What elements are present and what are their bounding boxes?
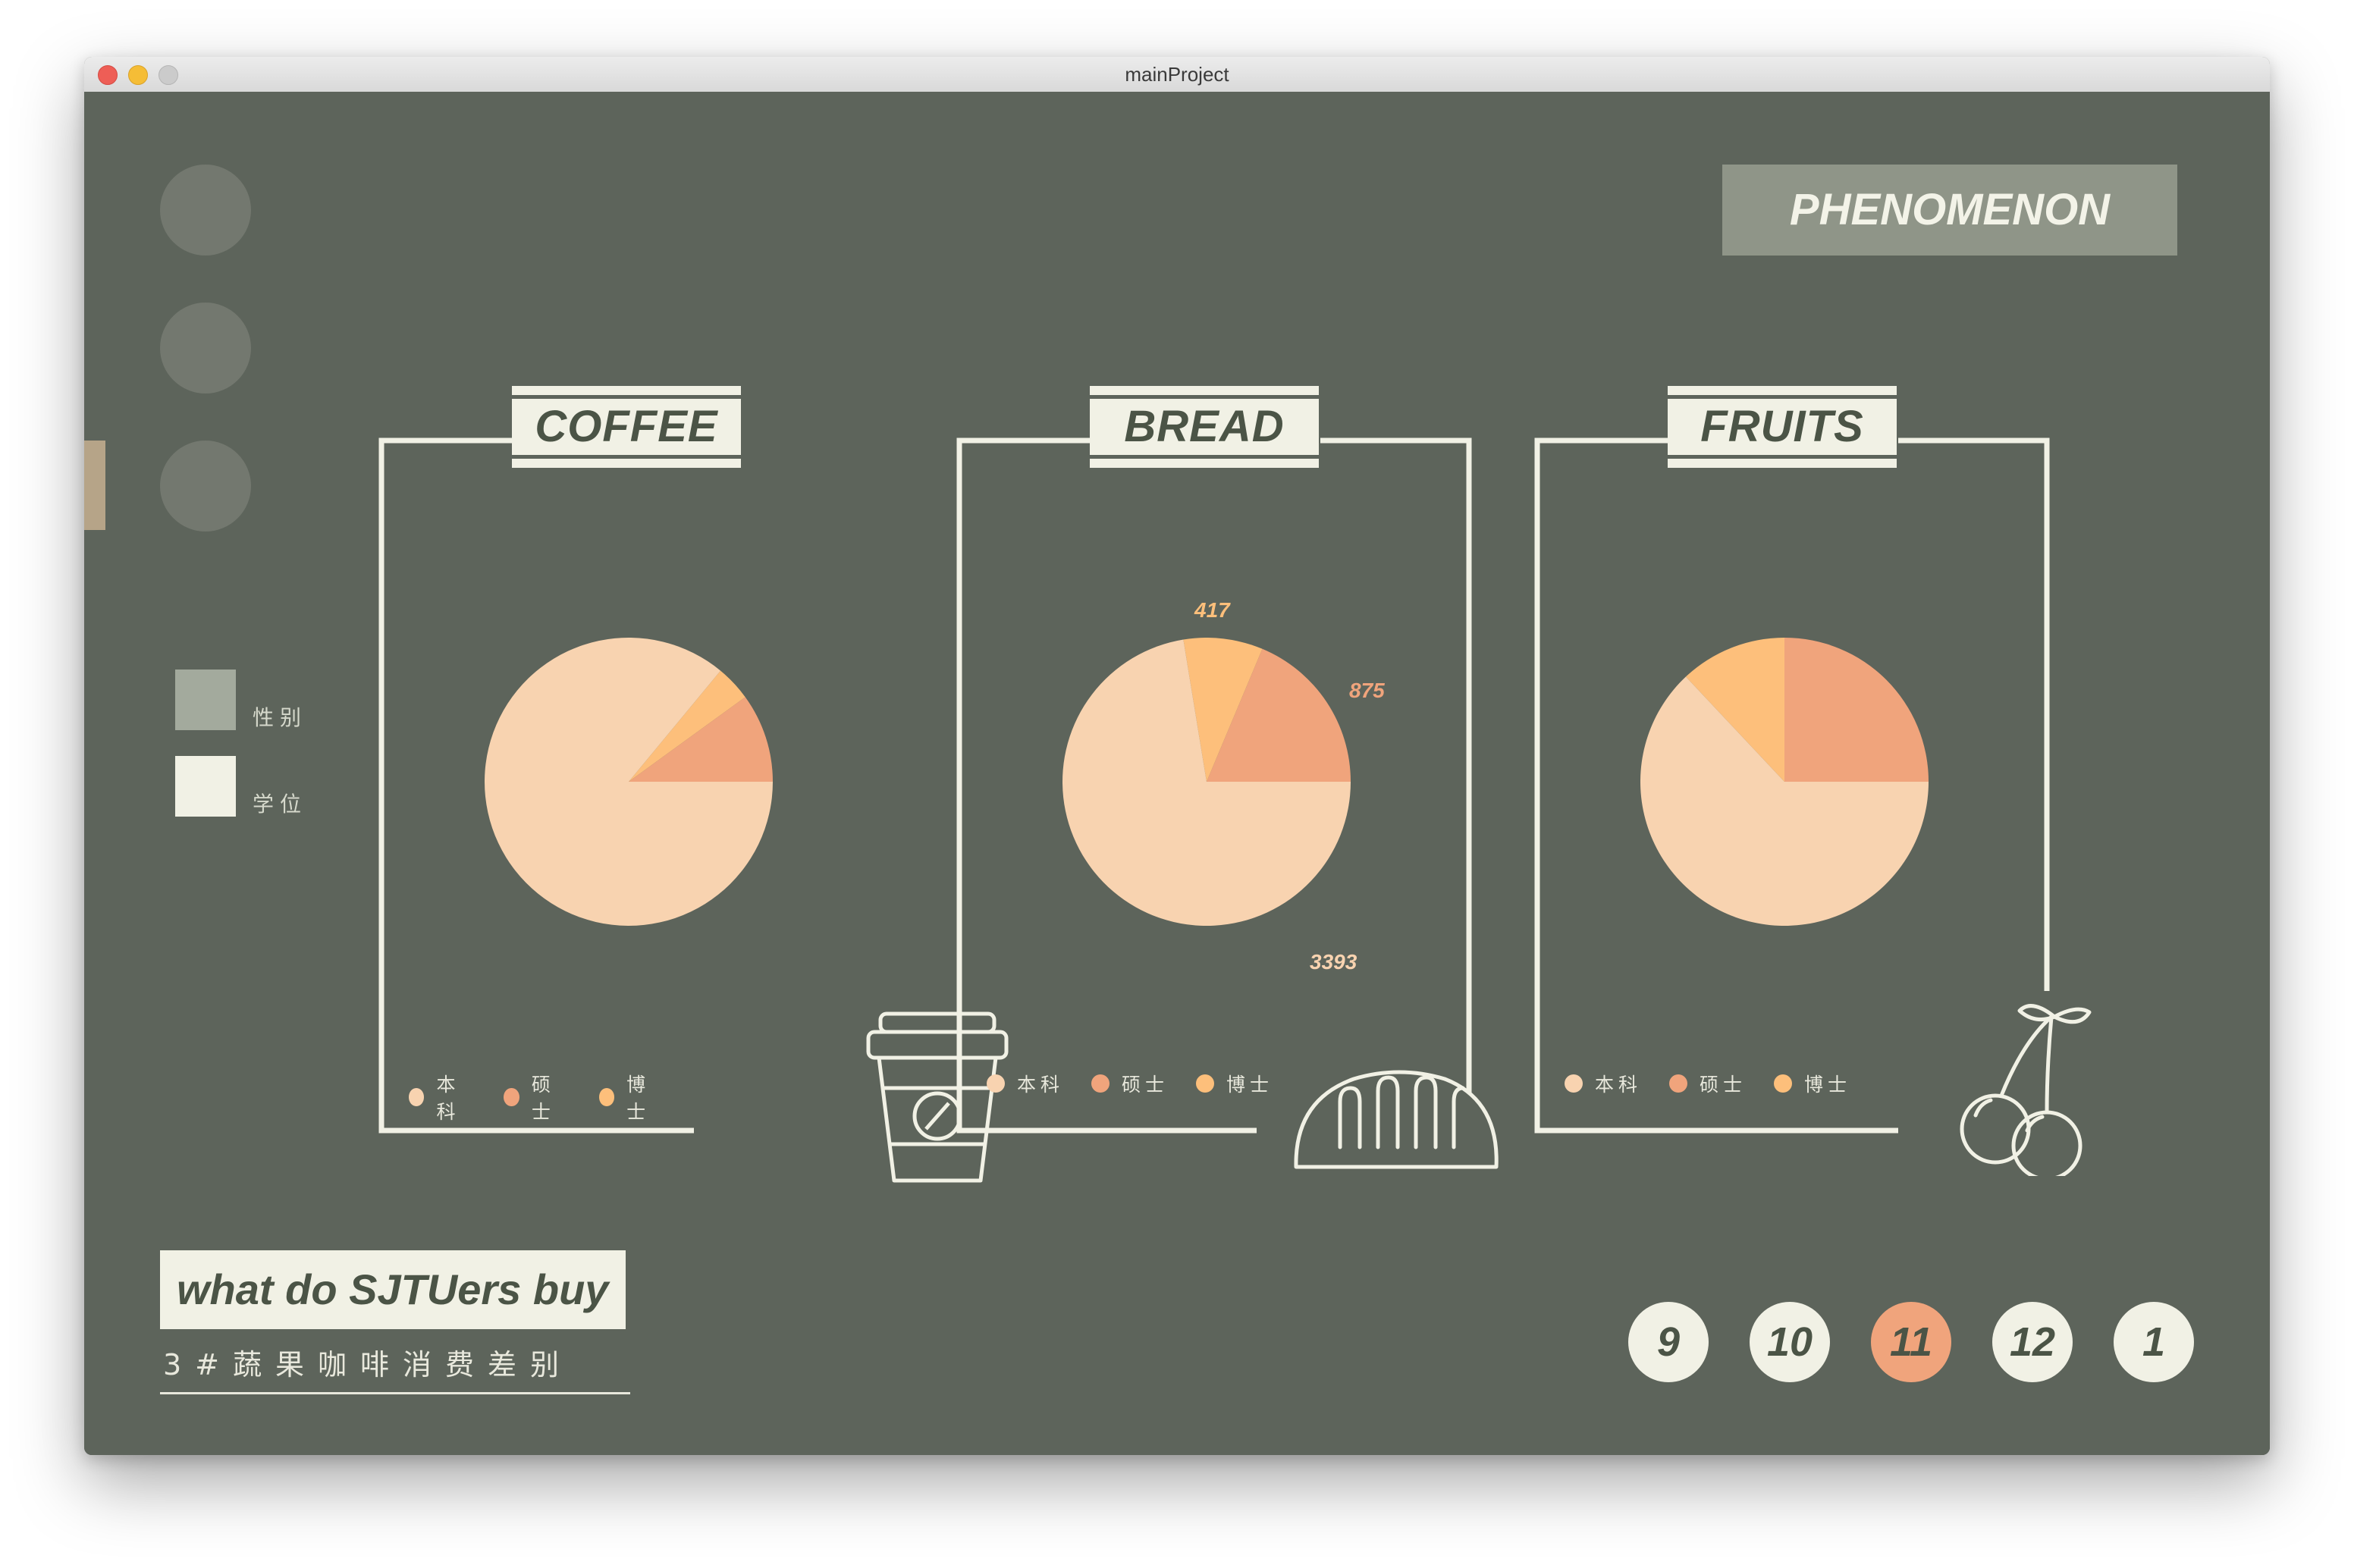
subtitle: 3#蔬果咖啡消费差别 <box>160 1341 630 1394</box>
legend-label-master: 硕士 <box>531 1074 555 1123</box>
legend-dot-undergrad <box>409 1088 425 1106</box>
legend-dot-master <box>1669 1074 1688 1093</box>
month-button-1[interactable]: 1 <box>2114 1302 2194 1382</box>
fruits-panel-title: FRUITS <box>1668 386 1897 468</box>
bread-panel-title: BREAD <box>1090 386 1319 468</box>
month-button-11[interactable]: 11 <box>1871 1302 1951 1382</box>
window-title: mainProject <box>1125 63 1229 86</box>
coffee-legend: 本科 硕士 博士 <box>409 1070 694 1124</box>
title-bar: mainProject <box>84 57 2270 93</box>
legend-dot-undergrad <box>1565 1074 1583 1093</box>
degree-toggle-swatch[interactable] <box>175 756 236 817</box>
legend-label-phd: 博士 <box>1226 1074 1274 1096</box>
legend-dot-phd <box>1196 1074 1215 1093</box>
pie-slice-master[interactable] <box>1784 638 1929 782</box>
nav-circle-3[interactable] <box>160 441 251 532</box>
month-button-10[interactable]: 10 <box>1750 1302 1830 1382</box>
legend-dot-master <box>504 1088 519 1106</box>
bread-panel: BREAD 417 875 3393 本科 硕士 博士 <box>953 386 1499 1206</box>
legend-label-undergrad: 本科 <box>1595 1074 1643 1096</box>
cherry-icon <box>1960 1004 2092 1176</box>
side-tab-handle[interactable] <box>84 441 105 530</box>
nav-circle-1[interactable] <box>160 165 251 256</box>
month-button-12[interactable]: 12 <box>1992 1302 2073 1382</box>
phenomenon-button[interactable]: PHENOMENON <box>1722 165 2177 256</box>
bread-undergrad-value-label: 3393 <box>1310 950 1357 974</box>
app-window: mainProject 性别 学位 PHENOMENON COFFEE 本科 硕… <box>84 57 2270 1455</box>
sketch-canvas: 性别 学位 PHENOMENON COFFEE 本科 硕士 博士 BREAD 4… <box>84 92 2270 1455</box>
nav-circle-2[interactable] <box>160 303 251 394</box>
bread-pie-chart <box>1062 638 1351 926</box>
coffee-pie-chart <box>485 638 773 926</box>
bread-legend: 本科 硕士 博士 <box>987 1070 1301 1097</box>
main-title: what do SJTUers buy <box>160 1250 626 1329</box>
bread-phd-value-label: 417 <box>1194 598 1230 622</box>
gender-toggle-swatch[interactable] <box>175 670 236 730</box>
fruits-legend: 本科 硕士 博士 <box>1565 1070 1878 1097</box>
legend-label-phd: 博士 <box>626 1074 651 1123</box>
legend-label-master: 硕士 <box>1700 1074 1747 1096</box>
bread-icon <box>1294 1070 1499 1169</box>
legend-label-undergrad: 本科 <box>436 1074 460 1123</box>
legend-label-phd: 博士 <box>1804 1074 1852 1096</box>
legend-label-master: 硕士 <box>1122 1074 1169 1096</box>
legend-dot-undergrad <box>987 1074 1005 1093</box>
degree-toggle-label: 学位 <box>253 792 308 817</box>
gender-toggle-label: 性别 <box>253 705 308 730</box>
legend-dot-phd <box>1774 1074 1793 1093</box>
legend-label-undergrad: 本科 <box>1017 1074 1065 1096</box>
coffee-panel: COFFEE 本科 硕士 博士 <box>375 386 1009 1183</box>
bread-master-value-label: 875 <box>1349 679 1385 702</box>
coffee-panel-title: COFFEE <box>512 386 741 468</box>
fruits-panel: FRUITS 本科 硕士 博士 <box>1531 386 2108 1206</box>
fruits-pie-chart <box>1640 638 1929 926</box>
legend-dot-phd <box>598 1088 615 1106</box>
legend-dot-master <box>1091 1074 1110 1093</box>
month-button-9[interactable]: 9 <box>1628 1302 1709 1382</box>
